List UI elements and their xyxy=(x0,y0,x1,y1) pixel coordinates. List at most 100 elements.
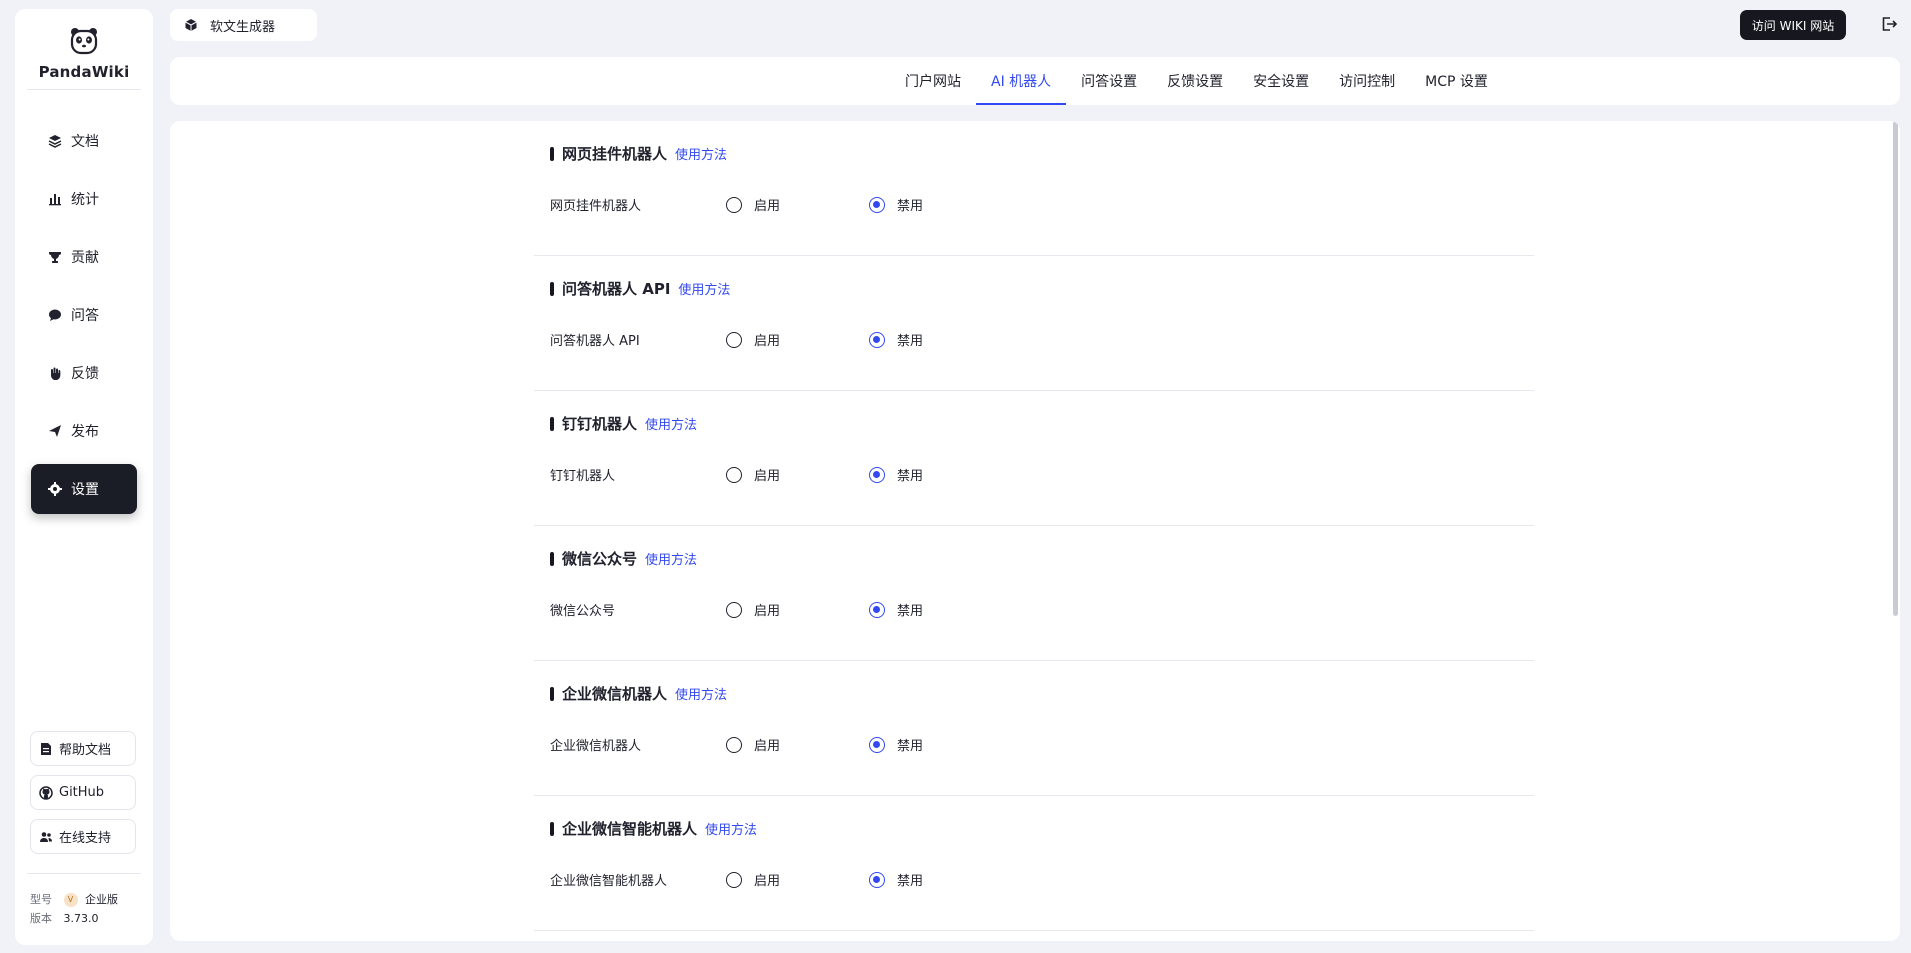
section-title-text: 企业微信智能机器人 xyxy=(562,820,698,838)
version-label: 版本 xyxy=(30,912,52,925)
usage-link[interactable]: 使用方法 xyxy=(705,819,757,838)
tab-security-settings[interactable]: 安全设置 xyxy=(1238,57,1324,105)
radio-circle-icon xyxy=(726,871,742,888)
app-name: PandaWiki xyxy=(38,63,130,81)
radio-label: 启用 xyxy=(754,334,781,349)
logout-icon[interactable] xyxy=(1880,15,1898,33)
section-title-text: 企业微信机器人 xyxy=(562,685,668,703)
enable-radio[interactable]: 启用 xyxy=(726,870,869,889)
usage-link[interactable]: 使用方法 xyxy=(675,144,727,163)
settings-tabs: 门户网站 AI 机器人 问答设置 反馈设置 安全设置 访问控制 MCP 设置 xyxy=(890,57,1503,105)
sidebar-item-settings[interactable]: 设置 xyxy=(31,464,137,514)
trophy-icon xyxy=(47,249,63,265)
field-label: 企业微信机器人 xyxy=(550,739,642,754)
github-link[interactable]: GitHub xyxy=(30,775,136,810)
radio-label: 启用 xyxy=(754,739,781,754)
sidebar-item-contribute[interactable]: 贡献 xyxy=(31,232,137,282)
online-support-link[interactable]: 在线支持 xyxy=(30,819,136,854)
chat-bubble-icon xyxy=(47,307,63,323)
layers-icon xyxy=(47,133,63,149)
sidebar-item-stats[interactable]: 统计 xyxy=(31,174,137,224)
radio-label: 禁用 xyxy=(897,874,924,889)
divider xyxy=(27,89,141,90)
disable-radio[interactable]: 禁用 xyxy=(869,195,923,214)
sidebar-item-docs[interactable]: 文档 xyxy=(31,116,137,166)
disable-radio[interactable]: 禁用 xyxy=(869,870,923,889)
enable-radio[interactable]: 启用 xyxy=(726,735,869,754)
hand-icon xyxy=(47,365,63,381)
field-label: 网页挂件机器人 xyxy=(550,199,642,214)
link-label: GitHub xyxy=(59,785,105,800)
visit-wiki-button[interactable]: 访问 WIKI 网站 xyxy=(1740,10,1846,40)
sidebar-item-label: 问答 xyxy=(71,308,99,324)
robot-section: 微信公众号 使用方法 微信公众号 启用 禁用 xyxy=(534,526,1534,661)
panda-logo-icon xyxy=(70,28,98,55)
section-title: 钉钉机器人 使用方法 xyxy=(550,413,697,434)
radio-circle-icon xyxy=(726,466,742,483)
title-bar-marker xyxy=(550,146,554,161)
tab-ai-robot[interactable]: AI 机器人 xyxy=(976,57,1067,105)
radio-label: 禁用 xyxy=(897,334,924,349)
sidebar-item-label: 贡献 xyxy=(71,250,99,266)
radio-label: 启用 xyxy=(754,469,781,484)
radio-label: 禁用 xyxy=(897,469,924,484)
disable-radio[interactable]: 禁用 xyxy=(869,465,923,484)
radio-label: 启用 xyxy=(754,199,781,214)
enable-radio[interactable]: 启用 xyxy=(726,195,869,214)
title-bar-marker xyxy=(550,551,554,566)
sidebar-item-publish[interactable]: 发布 xyxy=(31,406,137,456)
tab-qa-settings[interactable]: 问答设置 xyxy=(1066,57,1152,105)
radio-label: 禁用 xyxy=(897,739,924,754)
robot-section: 企业微信机器人 使用方法 企业微信机器人 启用 禁用 xyxy=(534,661,1534,796)
usage-link[interactable]: 使用方法 xyxy=(675,684,727,703)
section-title: 网页挂件机器人 使用方法 xyxy=(550,143,727,164)
sidebar-item-feedback[interactable]: 反馈 xyxy=(31,348,137,398)
enable-radio[interactable]: 启用 xyxy=(726,600,869,619)
title-bar-marker xyxy=(550,281,554,296)
enable-radio[interactable]: 启用 xyxy=(726,330,869,349)
divider xyxy=(27,873,141,874)
cube-icon xyxy=(185,19,197,31)
section-title-text: 钉钉机器人 xyxy=(562,415,638,433)
disable-radio[interactable]: 禁用 xyxy=(869,330,923,349)
section-title: 问答机器人 API 使用方法 xyxy=(550,278,730,299)
tab-mcp-settings[interactable]: MCP 设置 xyxy=(1410,57,1503,105)
radio-label: 启用 xyxy=(754,604,781,619)
link-label: 帮助文档 xyxy=(59,743,112,758)
disable-radio[interactable]: 禁用 xyxy=(869,600,923,619)
tab-access-control[interactable]: 访问控制 xyxy=(1324,57,1410,105)
send-icon xyxy=(47,423,63,439)
sidebar-nav: 文档 统计 贡献 问答 反馈 发布 设置 xyxy=(31,116,137,522)
logo[interactable]: PandaWiki xyxy=(15,25,153,81)
usage-link[interactable]: 使用方法 xyxy=(645,414,697,433)
knowledge-base-name: 软文生成器 xyxy=(210,19,276,35)
tab-portal[interactable]: 门户网站 xyxy=(890,57,976,105)
sidebar: PandaWiki 文档 统计 贡献 问答 反馈 发布 设置 帮助文档 GitH… xyxy=(15,9,153,945)
sidebar-item-qa[interactable]: 问答 xyxy=(31,290,137,340)
model-value: 企业版 xyxy=(85,893,118,906)
toggle-row: 企业微信机器人 启用 禁用 xyxy=(550,735,923,754)
radio-circle-icon xyxy=(869,601,885,618)
usage-link[interactable]: 使用方法 xyxy=(645,549,697,568)
section-title: 企业微信机器人 使用方法 xyxy=(550,683,727,704)
scrollbar[interactable] xyxy=(1893,121,1898,616)
field-label: 微信公众号 xyxy=(550,604,616,619)
sidebar-item-label: 统计 xyxy=(71,192,99,208)
robot-section: 企业微信智能机器人 使用方法 企业微信智能机器人 启用 禁用 xyxy=(534,796,1534,931)
disable-radio[interactable]: 禁用 xyxy=(869,735,923,754)
robot-section: 网页挂件机器人 使用方法 网页挂件机器人 启用 禁用 xyxy=(534,121,1534,256)
field-label: 钉钉机器人 xyxy=(550,469,616,484)
toggle-row: 网页挂件机器人 启用 禁用 xyxy=(550,195,923,214)
link-label: 在线支持 xyxy=(59,831,112,846)
robot-section: 钉钉机器人 使用方法 钉钉机器人 启用 禁用 xyxy=(534,391,1534,526)
sidebar-item-label: 发布 xyxy=(71,424,99,440)
help-docs-link[interactable]: 帮助文档 xyxy=(30,731,136,766)
usage-link[interactable]: 使用方法 xyxy=(678,279,730,298)
model-row: 型号 V 企业版 xyxy=(30,889,118,911)
robot-section: 问答机器人 API 使用方法 问答机器人 API 启用 禁用 xyxy=(534,256,1534,391)
version-value: 3.73.0 xyxy=(63,912,99,925)
tab-feedback-settings[interactable]: 反馈设置 xyxy=(1152,57,1238,105)
enable-radio[interactable]: 启用 xyxy=(726,465,869,484)
knowledge-base-selector[interactable]: 软文生成器 xyxy=(170,9,317,41)
radio-circle-icon xyxy=(726,331,742,348)
